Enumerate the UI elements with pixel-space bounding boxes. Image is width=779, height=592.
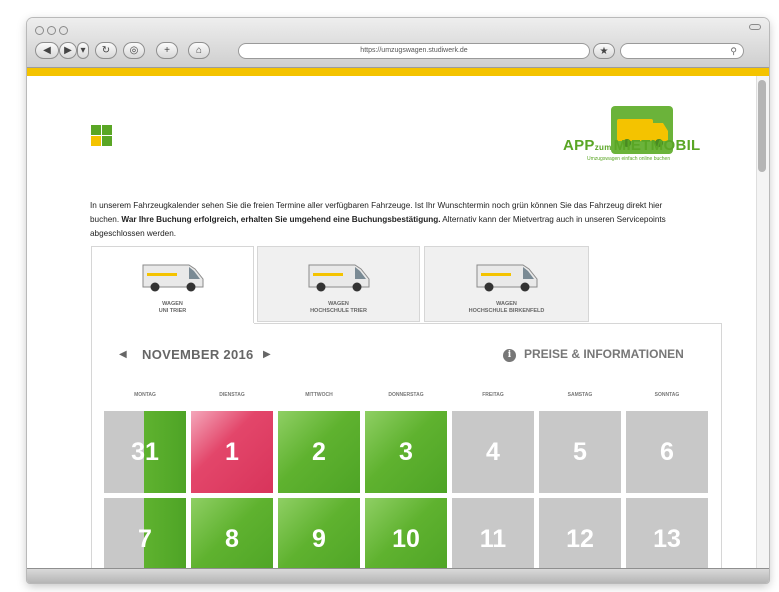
brand-small: zum — [594, 143, 612, 152]
search-field[interactable]: ⚲ — [620, 43, 744, 59]
toolbar-toggle-icon[interactable] — [749, 24, 761, 30]
scrollbar-thumb[interactable] — [758, 80, 766, 172]
tab-hochschule-trier[interactable]: WAGEN HOCHSCHULE TRIER — [257, 246, 420, 322]
tab-hochschule-birkenfeld[interactable]: WAGEN HOCHSCHULE BIRKENFELD — [424, 246, 589, 322]
month-title: NOVEMBER 2016 — [142, 347, 254, 362]
reload-button[interactable]: ↻ — [95, 42, 117, 59]
browser-status-bar — [27, 568, 769, 583]
calendar-day-unavailable: 6 — [626, 411, 708, 493]
tab-uni-trier[interactable]: WAGEN UNI TRIER — [91, 246, 254, 323]
van-icon — [308, 264, 370, 292]
site-logo-square — [102, 136, 112, 146]
forward-arrow-icon: ▶ — [64, 45, 72, 56]
panel-top-border — [254, 323, 722, 324]
tab-label-line1: WAGEN — [328, 301, 349, 307]
browser-toolbar: ◀ ▶ ▾ ↻ ◎ + ⌂ https://umzugswagen.studiw… — [27, 18, 769, 68]
weekday-label: SONNTAG — [654, 392, 680, 398]
screenshot: ◀ ▶ ▾ ↻ ◎ + ⌂ https://umzugswagen.studiw… — [0, 0, 779, 592]
calendar-day-available[interactable]: 2 — [278, 411, 360, 493]
close-window-icon[interactable] — [35, 26, 44, 35]
info-icon[interactable]: i — [503, 349, 516, 362]
site-accent-bar — [27, 68, 769, 76]
weekday-label: SAMSTAG — [567, 392, 593, 398]
tab-label-line1: WAGEN — [496, 301, 517, 307]
back-arrow-icon: ◀ — [43, 45, 51, 56]
home-icon: ⌂ — [195, 45, 203, 56]
tab-label: WAGEN HOCHSCHULE BIRKENFELD — [425, 301, 588, 315]
forward-button[interactable]: ▶ — [59, 42, 77, 59]
calendar-day-partial[interactable]: 31 — [104, 411, 186, 493]
site-logo-icon — [91, 125, 101, 135]
tab-label: WAGEN HOCHSCHULE TRIER — [258, 301, 419, 315]
tab-label-line2: HOCHSCHULE TRIER — [310, 308, 367, 314]
prev-month-icon[interactable]: ◀ — [119, 349, 127, 360]
star-icon: ★ — [599, 46, 609, 57]
url-text: https://umzugswagen.studiwerk.de — [360, 47, 468, 54]
zoom-window-icon[interactable] — [59, 26, 68, 35]
brand-main: APP — [563, 137, 595, 154]
intro-paragraph: In unserem Fahrzeugkalender sehen Sie di… — [90, 199, 690, 241]
home-button[interactable]: ⌂ — [188, 42, 210, 59]
tab-label: WAGEN UNI TRIER — [92, 301, 253, 315]
history-dropdown-button[interactable]: ▾ — [77, 42, 89, 59]
site-logo-square — [91, 136, 101, 146]
van-icon — [142, 264, 204, 292]
calendar-day-unavailable: 4 — [452, 411, 534, 493]
calendar-day-available[interactable]: 3 — [365, 411, 447, 493]
next-month-icon[interactable]: ▶ — [263, 349, 271, 360]
van-icon — [476, 264, 538, 292]
address-bar[interactable]: https://umzugswagen.studiwerk.de — [238, 43, 590, 59]
calendar-day-booked: 1 — [191, 411, 273, 493]
reload-icon: ↻ — [101, 45, 111, 56]
brand-tagline: Umzugswagen einfach online buchen — [587, 156, 671, 162]
stop-button[interactable]: ◎ — [123, 42, 145, 59]
brand-name: APPzum MIETMOBIL — [563, 137, 701, 154]
site-logo-square — [102, 125, 112, 135]
weekday-label: FREITAG — [482, 392, 504, 398]
tab-label-line2: UNI TRIER — [158, 308, 187, 314]
prices-info-link[interactable]: PREISE & INFORMATIONEN — [524, 347, 684, 361]
browser-window: ◀ ▶ ▾ ↻ ◎ + ⌂ https://umzugswagen.studiw… — [27, 18, 769, 583]
tab-label-line1: WAGEN — [162, 301, 183, 307]
calendar-day-unavailable: 5 — [539, 411, 621, 493]
bookmark-star-button[interactable]: ★ — [593, 43, 615, 59]
chevron-down-icon: ▾ — [80, 45, 86, 56]
plus-icon: + — [164, 45, 170, 56]
weekday-label: MITTWOCH — [305, 392, 333, 398]
back-button[interactable]: ◀ — [35, 42, 59, 59]
weekday-label: DIENSTAG — [219, 392, 245, 398]
brand-rest: MIETMOBIL — [613, 137, 701, 154]
tab-label-line2: HOCHSCHULE BIRKENFELD — [468, 308, 545, 314]
add-bookmark-button[interactable]: + — [156, 42, 178, 59]
stop-icon: ◎ — [129, 45, 139, 56]
weekday-label: DONNERSTAG — [388, 392, 424, 398]
intro-bold-text: War Ihre Buchung erfolgreich, erhalten S… — [121, 215, 441, 224]
search-icon: ⚲ — [730, 46, 737, 56]
weekday-label: MONTAG — [134, 392, 156, 398]
minimize-window-icon[interactable] — [47, 26, 56, 35]
